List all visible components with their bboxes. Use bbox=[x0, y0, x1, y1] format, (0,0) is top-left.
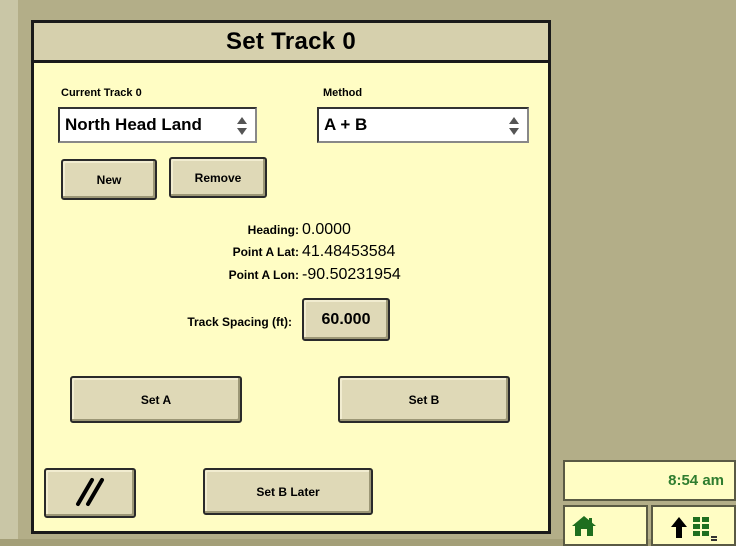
home-button[interactable] bbox=[563, 505, 648, 546]
set-b-button[interactable]: Set B bbox=[338, 376, 510, 423]
point-a-lat-value: 41.48453584 bbox=[302, 243, 396, 260]
set-track-dialog: Set Track 0 Current Track 0 North Head L… bbox=[31, 20, 551, 534]
current-track-value: North Head Land bbox=[65, 115, 202, 134]
spinner-arrows-icon bbox=[508, 116, 520, 136]
shift-track-icon bbox=[70, 477, 110, 510]
method-label: Method bbox=[323, 87, 363, 99]
current-track-label: Current Track 0 bbox=[61, 87, 142, 99]
left-edge-strip bbox=[0, 0, 18, 546]
point-a-lon-label: Point A Lon: bbox=[228, 268, 299, 282]
track-spacing-input[interactable]: 60.000 bbox=[302, 298, 390, 341]
method-dropdown[interactable]: A + B bbox=[317, 107, 529, 143]
track-spacing-label: Track Spacing (ft): bbox=[187, 315, 292, 329]
current-track-dropdown[interactable]: North Head Land bbox=[58, 107, 257, 143]
point-a-lat-label: Point A Lat: bbox=[232, 245, 299, 259]
spinner-arrows-icon bbox=[236, 116, 248, 136]
shift-track-button[interactable] bbox=[44, 468, 136, 518]
clock-display: 8:54 am bbox=[563, 460, 736, 501]
new-button[interactable]: New bbox=[61, 159, 157, 200]
heading-label: Heading: bbox=[247, 223, 299, 237]
point-a-lon-value: -90.50231954 bbox=[302, 266, 401, 283]
method-value: A + B bbox=[324, 115, 368, 134]
home-icon bbox=[571, 515, 597, 542]
set-a-button[interactable]: Set A bbox=[70, 376, 242, 423]
dialog-title: Set Track 0 bbox=[34, 23, 548, 63]
remove-button[interactable]: Remove bbox=[169, 157, 267, 198]
menu-up-icon bbox=[667, 514, 727, 546]
menu-button[interactable] bbox=[651, 505, 736, 546]
set-b-later-button[interactable]: Set B Later bbox=[203, 468, 373, 515]
heading-value: 0.0000 bbox=[302, 221, 351, 238]
